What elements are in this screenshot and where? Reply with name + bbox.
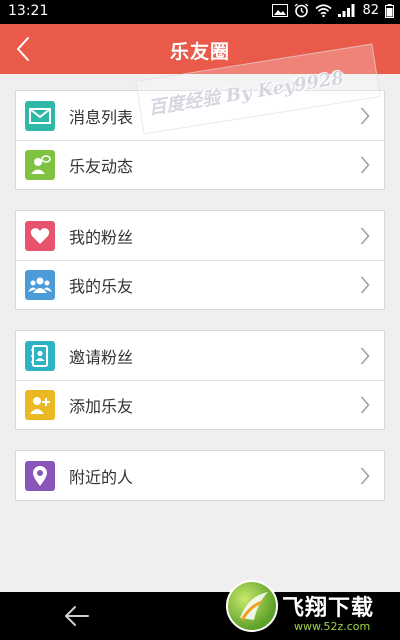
system-back-button[interactable] xyxy=(62,602,92,630)
menu-group-nearby: 附近的人 xyxy=(15,450,385,501)
status-bar: 13:21 82 xyxy=(0,0,400,24)
chevron-right-icon xyxy=(360,107,370,125)
menu-item-nearby-people[interactable]: 附近的人 xyxy=(16,451,384,500)
chevron-right-icon xyxy=(360,396,370,414)
menu-item-label: 邀请粉丝 xyxy=(69,347,134,367)
menu-item-invite-fans[interactable]: 邀请粉丝 xyxy=(16,331,384,380)
menu-item-add-friend[interactable]: 添加乐友 xyxy=(16,380,384,429)
menu-group-friends: 我的粉丝 我的乐友 xyxy=(15,210,385,310)
contacts-book-icon xyxy=(25,340,55,371)
menu-item-label: 我的乐友 xyxy=(69,276,134,296)
menu-group-messages: 消息列表 乐友动态 xyxy=(15,90,385,190)
add-person-icon xyxy=(25,389,55,420)
chevron-right-icon xyxy=(360,276,370,294)
battery-level: 82 xyxy=(362,3,379,18)
menu-item-label: 添加乐友 xyxy=(69,396,134,416)
site-name: 飞翔下载 xyxy=(282,596,375,621)
status-time: 13:21 xyxy=(8,3,49,19)
alarm-icon xyxy=(294,3,309,18)
chevron-right-icon xyxy=(360,347,370,365)
title-bar: 乐友圈 xyxy=(0,24,400,74)
menu-item-label: 消息列表 xyxy=(69,107,134,127)
chevron-right-icon xyxy=(360,156,370,174)
battery-icon xyxy=(385,3,394,18)
location-pin-icon xyxy=(25,460,55,491)
site-logo-emblem-icon xyxy=(226,580,278,632)
menu-item-message-list[interactable]: 消息列表 xyxy=(16,91,384,140)
menu-item-friend-updates[interactable]: 乐友动态 xyxy=(16,140,384,189)
signal-icon xyxy=(338,4,356,17)
chevron-right-icon xyxy=(360,467,370,485)
heart-icon xyxy=(25,220,55,251)
menu-item-my-fans[interactable]: 我的粉丝 xyxy=(16,211,384,260)
status-icons: 82 xyxy=(272,3,394,18)
back-arrow-icon xyxy=(65,606,89,626)
page-title: 乐友圈 xyxy=(169,41,230,63)
menu-item-my-friends[interactable]: 我的乐友 xyxy=(16,260,384,309)
site-logo: 飞翔下载 www.52z.com xyxy=(224,580,400,640)
group-icon xyxy=(25,269,55,300)
site-url: www.52z.com xyxy=(294,620,371,633)
person-chat-icon xyxy=(25,149,55,180)
menu-item-label: 我的粉丝 xyxy=(69,227,134,247)
menu-group-invite: 邀请粉丝 添加乐友 xyxy=(15,330,385,430)
menu-item-label: 乐友动态 xyxy=(69,156,134,176)
wifi-icon xyxy=(315,4,332,17)
image-icon xyxy=(272,4,289,17)
envelope-icon xyxy=(25,100,55,131)
menu-item-label: 附近的人 xyxy=(69,467,134,487)
screen: 13:21 82 乐友圈 消息列表 乐友动态 我的粉丝 我的乐友 邀请粉丝 添加… xyxy=(0,0,400,640)
chevron-right-icon xyxy=(360,227,370,245)
